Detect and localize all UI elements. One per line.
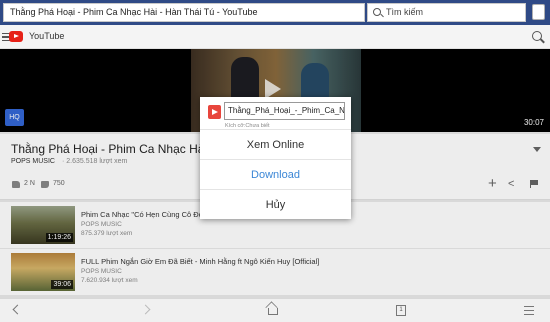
youtube-logo-icon[interactable] bbox=[9, 31, 23, 42]
forward-icon[interactable] bbox=[140, 304, 151, 315]
back-icon[interactable] bbox=[12, 304, 23, 315]
youtube-search-icon[interactable] bbox=[532, 31, 542, 41]
browser-bottom-nav: 1 bbox=[0, 298, 550, 322]
search-box-label: Tìm kiếm bbox=[386, 7, 423, 17]
filename-field[interactable]: Thằng_Phá_Hoại_-_Phim_Ca_Nhạc bbox=[224, 102, 345, 120]
youtube-header: YouTube bbox=[0, 25, 550, 49]
home-icon[interactable] bbox=[268, 308, 278, 315]
tabs-count-icon[interactable]: 1 bbox=[396, 305, 406, 316]
address-bar[interactable]: Thằng Phá Hoại - Phim Ca Nhạc Hài - Hàn … bbox=[3, 3, 365, 22]
watch-online-option[interactable]: Xem Online bbox=[200, 129, 351, 159]
download-option[interactable]: Download bbox=[200, 159, 351, 189]
youtube-brand[interactable]: YouTube bbox=[29, 31, 64, 41]
video-file-icon bbox=[208, 105, 221, 119]
tabs-button[interactable] bbox=[532, 4, 545, 20]
browser-toolbar: Thằng Phá Hoại - Phim Ca Nhạc Hài - Hàn … bbox=[0, 0, 550, 25]
download-dialog: Thằng_Phá_Hoại_-_Phim_Ca_Nhạc Kích cỡ:Ch… bbox=[200, 97, 351, 219]
browser-search-box[interactable]: Tìm kiếm bbox=[367, 3, 526, 22]
cancel-option[interactable]: Hủy bbox=[200, 189, 351, 219]
search-icon bbox=[373, 8, 381, 16]
menu-icon[interactable] bbox=[524, 306, 534, 318]
